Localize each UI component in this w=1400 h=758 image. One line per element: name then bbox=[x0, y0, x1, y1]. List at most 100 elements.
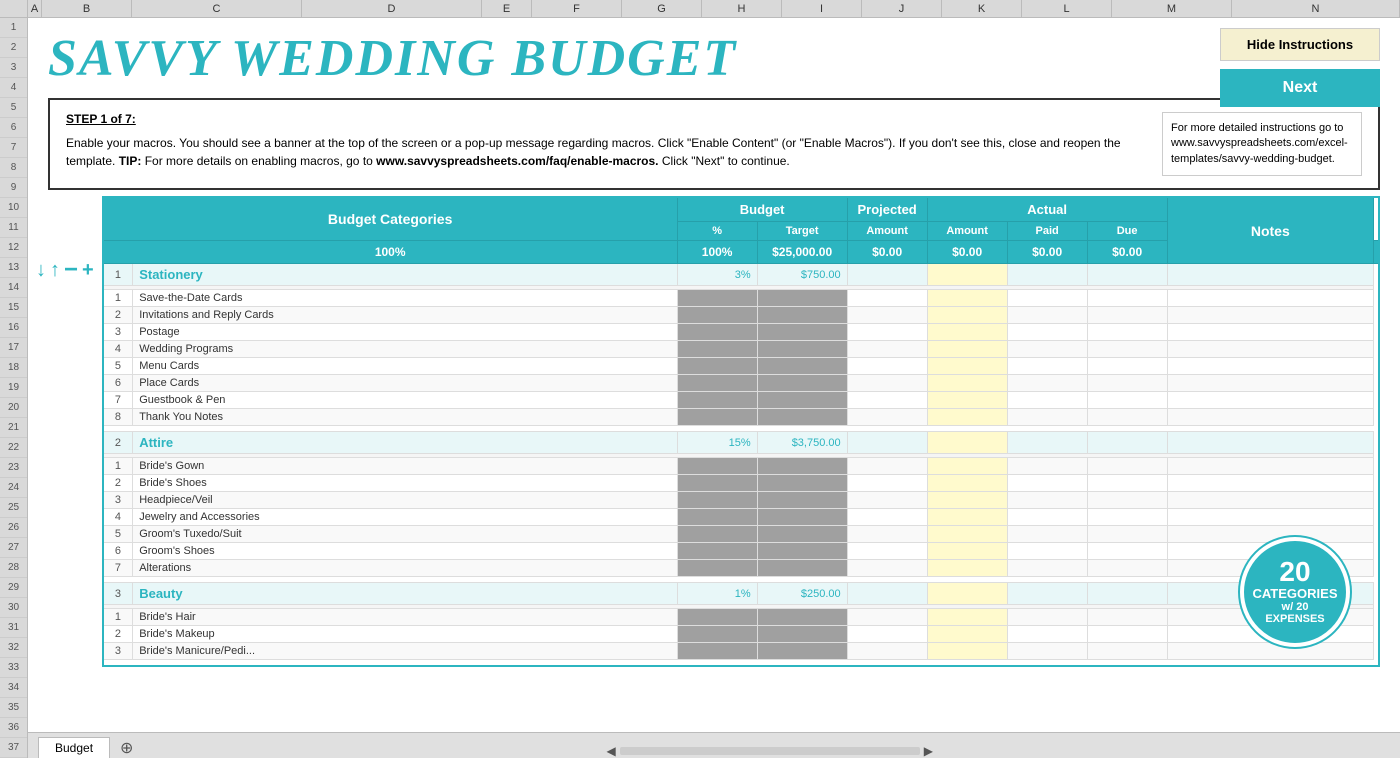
instructions-main: STEP 1 of 7: Enable your macros. You sho… bbox=[66, 112, 1142, 176]
item-paid bbox=[1007, 341, 1087, 358]
item-num: 1 bbox=[103, 290, 133, 307]
item-projected bbox=[847, 324, 927, 341]
item-target bbox=[757, 409, 847, 426]
item-due bbox=[1087, 324, 1167, 341]
item-projected bbox=[847, 626, 927, 643]
item-target bbox=[757, 543, 847, 560]
budget-header: Budget bbox=[677, 197, 847, 222]
item-paid bbox=[1007, 492, 1087, 509]
category-due bbox=[1087, 264, 1167, 286]
item-projected bbox=[847, 375, 927, 392]
item-num: 8 bbox=[103, 409, 133, 426]
item-name: Invitations and Reply Cards bbox=[133, 307, 677, 324]
item-projected bbox=[847, 492, 927, 509]
hide-instructions-button[interactable]: Hide Instructions bbox=[1220, 28, 1380, 61]
col-header-j: J bbox=[862, 0, 942, 17]
item-actual bbox=[927, 392, 1007, 409]
col-header-m: M bbox=[1112, 0, 1232, 17]
col-header-i: I bbox=[782, 0, 862, 17]
item-projected bbox=[847, 409, 927, 426]
total-amount: $0.00 bbox=[847, 241, 927, 264]
item-target bbox=[757, 526, 847, 543]
pct-subheader: % bbox=[677, 222, 757, 241]
item-target bbox=[757, 560, 847, 577]
item-pct bbox=[677, 409, 757, 426]
totals-label: 100% bbox=[103, 241, 677, 264]
item-paid bbox=[1007, 375, 1087, 392]
category-projected bbox=[847, 264, 927, 286]
item-target bbox=[757, 307, 847, 324]
col-header-row bbox=[0, 0, 28, 17]
title-row: SAVVY WEDDING BUDGET Hide Instructions N… bbox=[28, 18, 1400, 98]
category-notes bbox=[1167, 432, 1373, 454]
item-num: 3 bbox=[103, 643, 133, 660]
total-actual-paid: $0.00 bbox=[1007, 241, 1087, 264]
item-target bbox=[757, 341, 847, 358]
item-notes bbox=[1167, 643, 1373, 660]
scroll-arrows: ◀ ▶ bbox=[139, 744, 1400, 758]
item-notes bbox=[1167, 409, 1373, 426]
category-num: 1 bbox=[103, 264, 133, 286]
item-notes bbox=[1167, 458, 1373, 475]
item-notes bbox=[1167, 526, 1373, 543]
move-up-button[interactable]: ↑ bbox=[50, 259, 60, 282]
add-button[interactable]: + bbox=[82, 259, 94, 282]
table-row: 6 Groom's Shoes bbox=[103, 543, 1379, 560]
item-due bbox=[1087, 341, 1167, 358]
category-row: 1 Stationery 3% $750.00 bbox=[103, 264, 1379, 286]
item-pct bbox=[677, 560, 757, 577]
category-notes bbox=[1167, 264, 1373, 286]
item-pct bbox=[677, 509, 757, 526]
item-due bbox=[1087, 526, 1167, 543]
scroll-right-icon[interactable]: ▶ bbox=[924, 744, 933, 758]
category-actual bbox=[927, 583, 1007, 605]
category-projected bbox=[847, 432, 927, 454]
col-header-a: A bbox=[28, 0, 42, 17]
move-down-button[interactable]: ↓ bbox=[36, 259, 46, 282]
item-paid bbox=[1007, 324, 1087, 341]
item-target bbox=[757, 290, 847, 307]
item-due bbox=[1087, 626, 1167, 643]
item-pct bbox=[677, 358, 757, 375]
table-row: 4 Jewelry and Accessories bbox=[103, 509, 1379, 526]
table-row: 2 Invitations and Reply Cards bbox=[103, 307, 1379, 324]
item-paid bbox=[1007, 409, 1087, 426]
item-due bbox=[1087, 609, 1167, 626]
item-pct bbox=[677, 458, 757, 475]
item-due bbox=[1087, 307, 1167, 324]
scroll-left-icon[interactable]: ◀ bbox=[606, 744, 615, 758]
item-name: Bride's Shoes bbox=[133, 475, 677, 492]
item-num: 1 bbox=[103, 458, 133, 475]
actual-header: Actual bbox=[927, 197, 1167, 222]
badge-expenses: EXPENSES bbox=[1265, 613, 1324, 625]
instructions-box: STEP 1 of 7: Enable your macros. You sho… bbox=[48, 98, 1380, 190]
table-row: 8 Thank You Notes bbox=[103, 409, 1379, 426]
table-row: 1 Bride's Hair bbox=[103, 609, 1379, 626]
item-projected bbox=[847, 609, 927, 626]
item-actual bbox=[927, 341, 1007, 358]
add-tab-button[interactable]: ⊕ bbox=[114, 738, 139, 758]
total-due: $0.00 bbox=[1087, 241, 1167, 264]
item-target bbox=[757, 358, 847, 375]
item-projected bbox=[847, 458, 927, 475]
table-row: 1 Save-the-Date Cards bbox=[103, 290, 1379, 307]
item-target bbox=[757, 626, 847, 643]
item-notes bbox=[1167, 509, 1373, 526]
item-pct bbox=[677, 375, 757, 392]
item-paid bbox=[1007, 560, 1087, 577]
item-name: Alterations bbox=[133, 560, 677, 577]
col-header-c: C bbox=[132, 0, 302, 17]
item-actual bbox=[927, 526, 1007, 543]
budget-tab[interactable]: Budget bbox=[38, 737, 110, 758]
item-name: Bride's Gown bbox=[133, 458, 677, 475]
item-num: 7 bbox=[103, 560, 133, 577]
item-pct bbox=[677, 341, 757, 358]
budget-categories-header: Budget Categories bbox=[103, 197, 677, 241]
horizontal-scrollbar[interactable] bbox=[620, 747, 920, 755]
next-button[interactable]: Next bbox=[1220, 69, 1380, 107]
item-due bbox=[1087, 358, 1167, 375]
remove-button[interactable]: − bbox=[64, 256, 78, 284]
category-pct: 1% bbox=[677, 583, 757, 605]
item-name: Bride's Manicure/Pedi... bbox=[133, 643, 677, 660]
col-header-k: K bbox=[942, 0, 1022, 17]
